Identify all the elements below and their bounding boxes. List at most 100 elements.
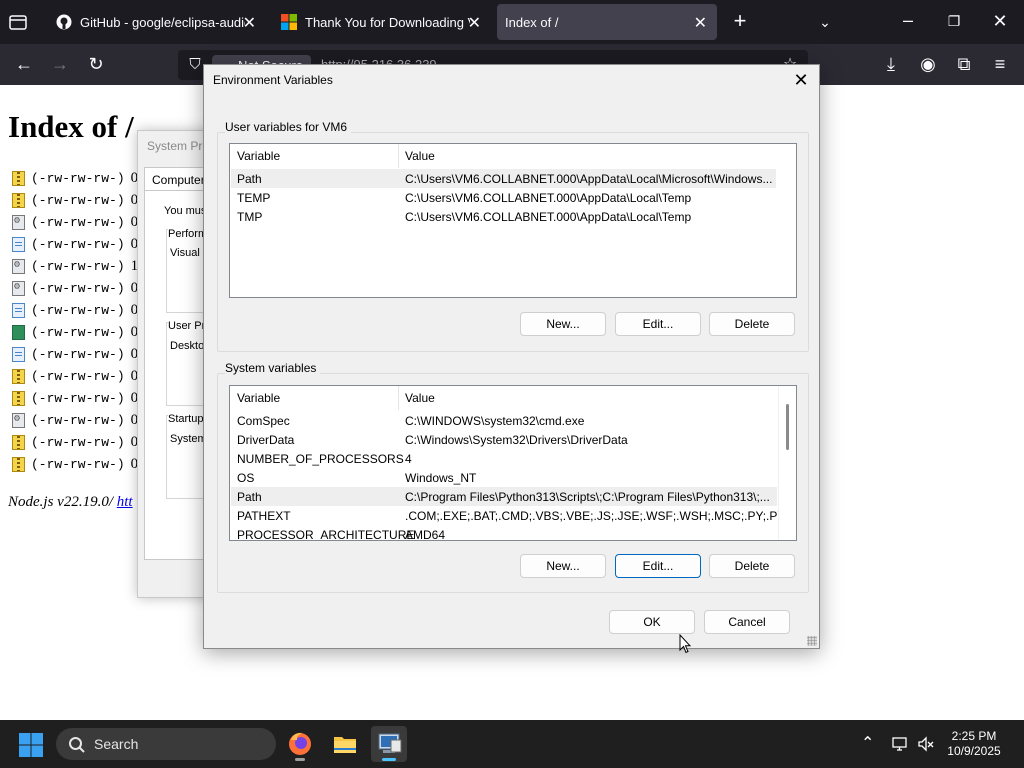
variable-row[interactable]: NUMBER_OF_PROCESSORS 4 xyxy=(231,449,777,468)
file-row[interactable]: (-rw-rw-rw-)18 xyxy=(12,255,146,277)
close-icon[interactable]: ✕ xyxy=(694,13,707,33)
restore-icon[interactable]: ❐ xyxy=(944,11,964,31)
menu-icon[interactable]: ≡ xyxy=(990,54,1010,74)
variable-row[interactable]: PROCESSOR_ARCHITECTURE AMD64 xyxy=(231,525,777,541)
file-permissions: (-rw-rw-rw-) xyxy=(31,258,125,274)
taskbar-search-box[interactable]: Search xyxy=(56,728,276,760)
file-row[interactable]: (-rw-rw-rw-)09 xyxy=(12,189,146,211)
shield-icon[interactable]: ⛉ xyxy=(186,55,204,75)
file-exe-icon xyxy=(12,412,25,428)
dialog-title: System Pro xyxy=(147,139,210,153)
taskbar-firefox[interactable] xyxy=(282,726,318,762)
user-edit-button[interactable]: Edit... xyxy=(615,312,701,336)
file-row[interactable]: (-rw-rw-rw-)09 xyxy=(12,387,146,409)
variable-name: NUMBER_OF_PROCESSORS xyxy=(237,452,404,466)
window-close-icon[interactable]: ✕ xyxy=(990,11,1010,31)
extensions-icon[interactable]: ⧉ xyxy=(954,54,974,74)
network-icon[interactable] xyxy=(891,735,909,753)
variable-row[interactable]: Path C:\Users\VM6.COLLABNET.000\AppData\L… xyxy=(231,169,776,188)
variable-value: C:\WINDOWS\system32\cmd.exe xyxy=(405,414,585,428)
variable-row[interactable]: ComSpec C:\WINDOWS\system32\cmd.exe xyxy=(231,411,777,430)
variable-row[interactable]: TEMP C:\Users\VM6.COLLABNET.000\AppData\L… xyxy=(231,188,776,207)
system-new-button[interactable]: New... xyxy=(520,554,606,578)
close-icon[interactable]: ✕ xyxy=(468,13,481,33)
chevron-up-icon[interactable]: ⌃ xyxy=(861,733,874,753)
file-row[interactable]: (-rw-rw-rw-)09 xyxy=(12,431,146,453)
user-variables-list[interactable]: Variable Value Path C:\Users\VM6.COLLABNE… xyxy=(229,143,797,298)
file-row[interactable]: (-rw-rw-rw-)09 xyxy=(12,299,146,321)
user-variables-label: User variables for VM6 xyxy=(225,120,352,134)
file-zip-icon xyxy=(12,456,25,472)
system-edit-button[interactable]: Edit... xyxy=(615,554,701,578)
column-header-value[interactable]: Value xyxy=(405,149,435,163)
file-row[interactable]: (-rw-rw-rw-)09 xyxy=(12,453,146,475)
close-icon[interactable]: ✕ xyxy=(790,69,812,91)
variable-name: PATHEXT xyxy=(237,509,291,523)
file-row[interactable]: (-rw-rw-rw-)09 xyxy=(12,409,146,431)
user-delete-button[interactable]: Delete xyxy=(709,312,795,336)
tab-github[interactable]: GitHub - google/eclipsa-audio- ✕ xyxy=(46,4,266,40)
file-row[interactable]: (-rw-rw-rw-)09 xyxy=(12,211,146,233)
variable-name: DriverData xyxy=(237,433,295,447)
file-doc-icon xyxy=(12,236,25,252)
file-zip-icon xyxy=(12,390,25,406)
download-icon[interactable]: ⤓ xyxy=(881,54,901,74)
variable-value: C:\Windows\System32\Drivers\DriverData xyxy=(405,433,628,447)
clock[interactable]: 2:25 PM 10/9/2025 xyxy=(944,729,1004,759)
variable-row[interactable]: DriverData C:\Windows\System32\Drivers\Dr… xyxy=(231,430,777,449)
column-header-variable[interactable]: Variable xyxy=(237,391,280,405)
volume-muted-icon[interactable] xyxy=(917,735,935,753)
variable-value: C:\Users\VM6.COLLABNET.000\AppData\Local… xyxy=(405,210,692,224)
variable-value: C:\Program Files\Python313\Scripts\;C:\P… xyxy=(405,490,770,504)
microsoft-icon xyxy=(281,14,297,30)
back-icon[interactable]: ← xyxy=(14,54,34,74)
file-permissions: (-rw-rw-rw-) xyxy=(31,170,125,186)
file-row[interactable]: (-rw-rw-rw-)09 xyxy=(12,233,146,255)
user-new-button[interactable]: New... xyxy=(520,312,606,336)
running-indicator xyxy=(295,758,305,761)
file-permissions: (-rw-rw-rw-) xyxy=(31,302,125,318)
variable-row[interactable]: TMP C:\Users\VM6.COLLABNET.000\AppData\Lo… xyxy=(231,207,776,226)
tab-title: GitHub - google/eclipsa-audio- xyxy=(80,14,245,30)
file-row[interactable]: (-rw-rw-rw-)09 xyxy=(12,167,146,189)
tab-thank-you[interactable]: Thank You for Downloading Vis ✕ xyxy=(271,4,491,40)
minimize-icon[interactable]: – xyxy=(898,10,918,30)
variable-row[interactable]: PATHEXT .COM;.EXE;.BAT;.CMD;.VBS;.VBE;.JS… xyxy=(231,506,796,525)
account-icon[interactable]: ◉ xyxy=(918,54,938,74)
system-delete-button[interactable]: Delete xyxy=(709,554,795,578)
chevron-down-icon[interactable]: ⌄ xyxy=(815,12,835,32)
taskbar: Search ⌃ 2:25 PM 10/9/2025 xyxy=(0,720,1024,768)
file-row[interactable]: (-rw-rw-rw-)09 xyxy=(12,321,146,343)
variable-row[interactable]: OS Windows_NT xyxy=(231,468,777,487)
ok-button[interactable]: OK xyxy=(609,610,695,634)
variable-row[interactable]: Path C:\Program Files\Python313\Scripts\;… xyxy=(231,487,777,506)
forward-icon[interactable]: → xyxy=(50,54,70,74)
variable-value: .COM;.EXE;.BAT;.CMD;.VBS;.VBE;.JS;.JSE;.… xyxy=(405,509,797,523)
scrollbar-thumb[interactable] xyxy=(786,404,789,450)
windows-start-icon[interactable] xyxy=(18,732,44,758)
footer-link[interactable]: htt xyxy=(117,494,133,510)
taskbar-file-explorer[interactable] xyxy=(327,726,363,762)
taskbar-system-properties[interactable] xyxy=(371,726,407,762)
vertical-scrollbar[interactable] xyxy=(778,386,796,540)
file-row[interactable]: (-rw-rw-rw-)09 xyxy=(12,343,146,365)
file-doc-icon xyxy=(12,302,25,318)
tab-index-of[interactable]: Index of / ✕ xyxy=(497,4,717,40)
system-variables-list[interactable]: Variable Value ComSpec C:\WINDOWS\system3… xyxy=(229,385,797,541)
variable-value: Windows_NT xyxy=(405,471,477,485)
column-header-value[interactable]: Value xyxy=(405,391,435,405)
firefox-view-icon[interactable] xyxy=(8,12,28,32)
file-exe-icon xyxy=(12,280,25,296)
variable-name: PROCESSOR_ARCHITECTURE xyxy=(237,528,415,541)
reload-icon[interactable]: ↻ xyxy=(86,54,106,74)
resize-grip-icon[interactable] xyxy=(807,636,817,646)
column-header-variable[interactable]: Variable xyxy=(237,149,280,163)
column-divider[interactable] xyxy=(398,386,399,410)
new-tab-icon[interactable]: + xyxy=(730,10,750,32)
column-divider[interactable] xyxy=(398,144,399,168)
file-row[interactable]: (-rw-rw-rw-)09 xyxy=(12,365,146,387)
variable-name: ComSpec xyxy=(237,414,290,428)
close-icon[interactable]: ✕ xyxy=(243,13,256,33)
file-row[interactable]: (-rw-rw-rw-)09 xyxy=(12,277,146,299)
cancel-button[interactable]: Cancel xyxy=(704,610,790,634)
